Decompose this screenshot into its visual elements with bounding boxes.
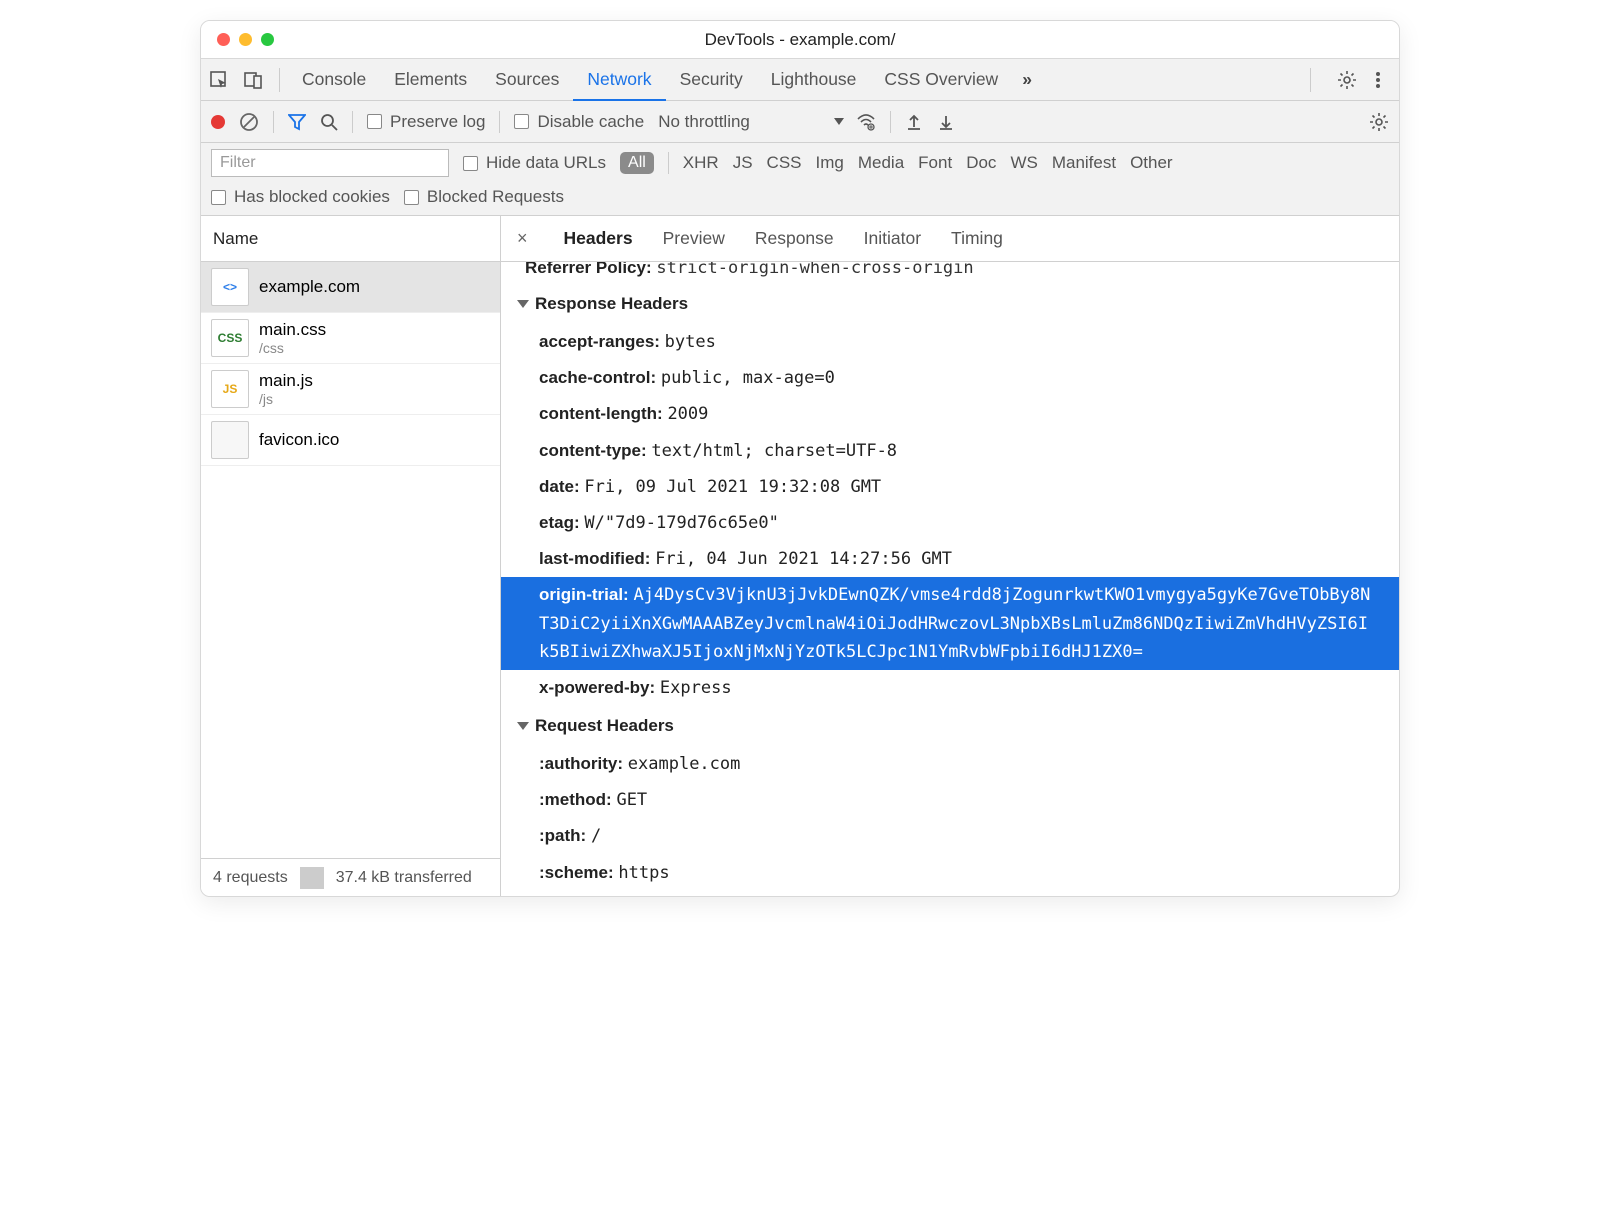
hide-data-urls-checkbox[interactable]: Hide data URLs [463, 153, 606, 173]
header-row-selected[interactable]: origin-trial: Aj4DysCv3VjknU3jJvkDEwnQZK… [501, 577, 1399, 670]
maximize-window[interactable] [261, 33, 274, 46]
main-tabbar: Console Elements Sources Network Securit… [201, 59, 1399, 101]
filter-js[interactable]: JS [733, 153, 753, 173]
window-controls [201, 33, 274, 46]
tab-sources[interactable]: Sources [481, 59, 573, 100]
close-window[interactable] [217, 33, 230, 46]
blocked-requests-checkbox[interactable]: Blocked Requests [404, 187, 564, 207]
close-details-icon[interactable]: × [511, 228, 534, 249]
header-row[interactable]: content-type: text/html; charset=UTF-8 [501, 433, 1399, 469]
preserve-log-checkbox[interactable]: Preserve log [367, 112, 485, 132]
transferred-size: 37.4 kB transferred [324, 869, 484, 887]
filter-other[interactable]: Other [1130, 153, 1173, 173]
file-icon [211, 421, 249, 459]
tab-lighthouse[interactable]: Lighthouse [757, 59, 871, 100]
divider [1310, 68, 1311, 92]
status-bar: 4 requests 37.4 kB transferred [201, 858, 500, 896]
request-list: Name <> example.com CSS main.css/css JS … [201, 216, 501, 896]
settings-icon[interactable] [1369, 112, 1389, 132]
tab-console[interactable]: Console [288, 59, 380, 100]
upload-har-icon[interactable] [905, 113, 923, 131]
filter-icon[interactable] [288, 113, 306, 131]
header-row[interactable]: :authority: example.com [501, 746, 1399, 782]
divider [300, 867, 324, 889]
filter-css[interactable]: CSS [767, 153, 802, 173]
dtab-preview[interactable]: Preview [663, 228, 725, 249]
header-row[interactable]: accept-ranges: bytes [501, 324, 1399, 360]
header-row[interactable]: etag: W/"7d9-179d76c65e0" [501, 505, 1399, 541]
header-row[interactable]: last-modified: Fri, 04 Jun 2021 14:27:56… [501, 541, 1399, 577]
divider [890, 111, 891, 133]
content-split: Name <> example.com CSS main.css/css JS … [201, 216, 1399, 896]
disable-cache-checkbox[interactable]: Disable cache [514, 112, 644, 132]
divider [668, 152, 669, 174]
filter-media[interactable]: Media [858, 153, 904, 173]
filter-all[interactable]: All [620, 152, 654, 174]
request-row[interactable]: JS main.js/js [201, 364, 500, 415]
filter-img[interactable]: Img [816, 153, 844, 173]
tab-css-overview[interactable]: CSS Overview [870, 59, 1012, 100]
header-row: Referrer Policy: strict-origin-when-cros… [501, 262, 1399, 284]
header-row[interactable]: :path: / [501, 818, 1399, 854]
clear-icon[interactable] [239, 112, 259, 132]
kebab-menu-icon[interactable] [1375, 70, 1381, 90]
divider [499, 111, 500, 133]
network-conditions-icon[interactable] [856, 113, 876, 131]
divider [273, 111, 274, 133]
column-header-name[interactable]: Name [201, 216, 500, 262]
divider [279, 68, 280, 92]
caret-down-icon [517, 300, 529, 308]
css-file-icon: CSS [211, 319, 249, 357]
header-row[interactable]: x-powered-by: Express [501, 670, 1399, 706]
dtab-initiator[interactable]: Initiator [864, 228, 921, 249]
header-row[interactable]: date: Fri, 09 Jul 2021 19:32:08 GMT [501, 469, 1399, 505]
header-row[interactable]: accept: text/html,application/xhtml+xml,… [501, 891, 1399, 896]
gear-icon[interactable] [1337, 70, 1357, 90]
inspect-icon[interactable] [209, 70, 229, 90]
has-blocked-cookies-checkbox[interactable]: Has blocked cookies [211, 187, 390, 207]
titlebar: DevTools - example.com/ [201, 21, 1399, 59]
response-headers-section[interactable]: Response Headers [501, 284, 1399, 324]
window-title: DevTools - example.com/ [705, 30, 896, 50]
dtab-timing[interactable]: Timing [951, 228, 1003, 249]
request-row[interactable]: favicon.ico [201, 415, 500, 466]
dtab-response[interactable]: Response [755, 228, 834, 249]
tabs-overflow-icon[interactable]: » [1012, 69, 1042, 90]
header-row[interactable]: content-length: 2009 [501, 396, 1399, 432]
request-headers-section[interactable]: Request Headers [501, 706, 1399, 746]
details-body[interactable]: Referrer Policy: strict-origin-when-cros… [501, 262, 1399, 896]
details-pane: × Headers Preview Response Initiator Tim… [501, 216, 1399, 896]
filter-input[interactable]: Filter [211, 149, 449, 177]
filter-ws[interactable]: WS [1010, 153, 1037, 173]
header-row[interactable]: :scheme: https [501, 855, 1399, 891]
divider [352, 111, 353, 133]
request-row[interactable]: CSS main.css/css [201, 313, 500, 364]
device-toggle-icon[interactable] [243, 70, 263, 90]
filter-xhr[interactable]: XHR [683, 153, 719, 173]
filter-doc[interactable]: Doc [966, 153, 996, 173]
filter-bar: Filter Hide data URLs All XHR JS CSS Img… [201, 143, 1399, 216]
devtools-window: DevTools - example.com/ Console Elements… [200, 20, 1400, 897]
minimize-window[interactable] [239, 33, 252, 46]
tab-elements[interactable]: Elements [380, 59, 481, 100]
filter-font[interactable]: Font [918, 153, 952, 173]
filter-manifest[interactable]: Manifest [1052, 153, 1116, 173]
html-file-icon: <> [211, 268, 249, 306]
caret-down-icon [517, 722, 529, 730]
header-row[interactable]: :method: GET [501, 782, 1399, 818]
header-row[interactable]: cache-control: public, max-age=0 [501, 360, 1399, 396]
download-har-icon[interactable] [937, 113, 955, 131]
request-row[interactable]: <> example.com [201, 262, 500, 313]
network-toolbar: Preserve log Disable cache No throttling [201, 101, 1399, 143]
requests-count: 4 requests [201, 869, 300, 887]
chevron-down-icon [834, 118, 844, 125]
tab-network[interactable]: Network [573, 60, 665, 101]
tab-security[interactable]: Security [666, 59, 757, 100]
throttling-dropdown[interactable]: No throttling [658, 112, 876, 132]
details-tabbar: × Headers Preview Response Initiator Tim… [501, 216, 1399, 262]
dtab-headers[interactable]: Headers [564, 228, 633, 249]
record-button[interactable] [211, 115, 225, 129]
js-file-icon: JS [211, 370, 249, 408]
search-icon[interactable] [320, 113, 338, 131]
